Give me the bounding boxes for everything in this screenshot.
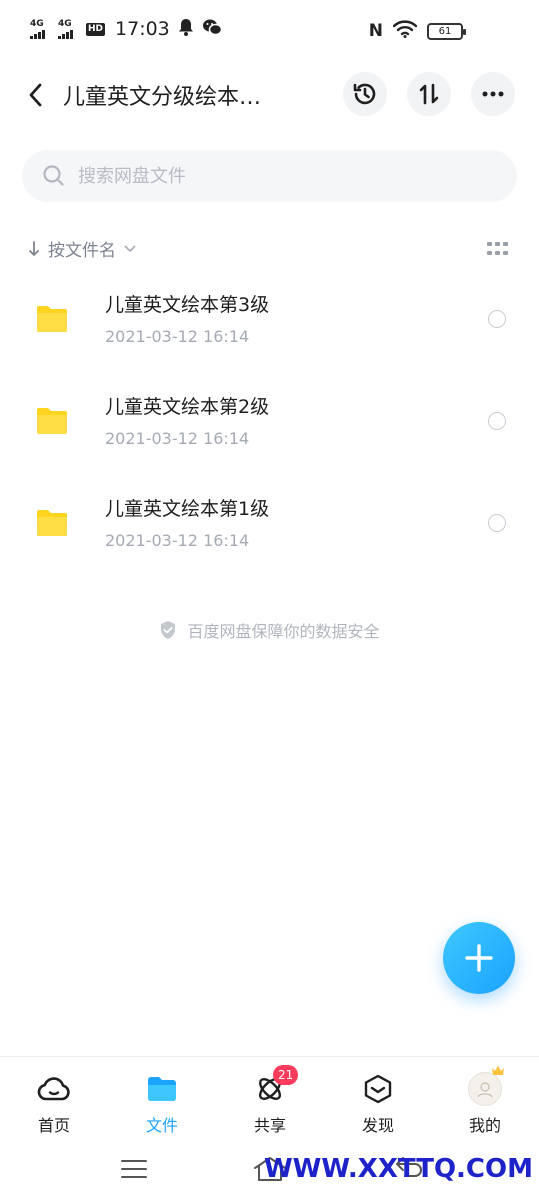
page-title: 儿童英文分级绘本… [63,85,262,110]
file-name: 儿童英文绘本第2级 [105,396,270,418]
cloud-icon [37,1077,70,1101]
tab-profile[interactable]: 我的 [431,1057,539,1143]
tab-label: 文件 [145,1116,178,1135]
tab-label: 首页 [37,1116,70,1135]
notification-badge: 21 [273,1065,299,1085]
list-item[interactable]: 儿童英文绘本第1级 2021-03-12 16:14 [0,482,539,584]
tab-label: 发现 [361,1116,394,1135]
search-input[interactable] [78,150,498,202]
select-radio[interactable] [488,310,506,328]
sort-selector[interactable]: 按文件名 [28,236,136,261]
tab-discover[interactable]: 发现 [324,1057,432,1143]
sim1-network-label: 4G [30,18,44,29]
back-button[interactable] [22,80,48,110]
folder-icon [148,1077,176,1101]
avatar [468,1066,504,1106]
sort-button[interactable] [407,72,451,116]
shield-icon [161,621,176,639]
file-name: 儿童英文绘本第1级 [105,498,270,520]
status-time: 17:03 [115,18,170,40]
system-nav-bar: WWW.XXTTQ.COM [0,1142,539,1200]
folder-icon [37,306,67,332]
nfc-icon: N [368,21,383,41]
more-icon [482,91,504,97]
battery-level: 61 [438,25,452,37]
sim2-network-label: 4G [58,18,72,29]
list-item[interactable]: 儿童英文绘本第3级 2021-03-12 16:14 [0,278,539,380]
menu-icon[interactable] [120,1158,148,1180]
select-radio[interactable] [488,514,506,532]
bottom-tab-bar: 首页 文件 21 共享 发现 我的 [0,1056,539,1142]
chevron-down-icon [124,245,136,252]
sim1-signal-icon: 4G [30,18,50,39]
folder-icon [37,510,67,536]
tab-label: 共享 [253,1116,286,1135]
tab-share[interactable]: 21 共享 [216,1057,324,1143]
list-item[interactable]: 儿童英文绘本第2级 2021-03-12 16:14 [0,380,539,482]
file-date: 2021-03-12 16:14 [105,327,250,346]
plus-icon [465,944,493,972]
security-notice: 百度网盘保障你的数据安全 [0,618,539,642]
tab-files[interactable]: 文件 [108,1057,216,1143]
grid-view-icon[interactable] [487,242,509,256]
box-icon [364,1074,392,1104]
folder-icon [37,408,67,434]
watermark: WWW.XXTTQ.COM [264,1154,533,1184]
sim2-signal-icon: 4G [58,18,78,39]
crown-icon [492,1066,504,1075]
file-date: 2021-03-12 16:14 [105,531,250,550]
notification-bell-icon [178,18,194,40]
wifi-icon [392,20,418,42]
back-icon [29,83,42,107]
sort-label: 按文件名 [48,241,116,261]
history-button[interactable] [343,72,387,116]
sort-direction-icon [29,240,39,256]
select-radio[interactable] [488,412,506,430]
file-name: 儿童英文绘本第3级 [105,294,270,316]
tab-home[interactable]: 首页 [0,1057,108,1143]
tab-label: 我的 [468,1116,501,1135]
top-app-bar: 儿童英文分级绘本… [0,62,539,128]
sort-icon [419,83,439,105]
history-icon [353,83,376,105]
battery-icon: 61 [427,22,466,40]
file-date: 2021-03-12 16:14 [105,429,250,448]
search-bar[interactable] [22,150,517,202]
add-button[interactable] [443,922,515,994]
more-button[interactable] [471,72,515,116]
search-icon [43,165,64,186]
status-bar: 4G 4G HD 17:03 N 61 [0,0,539,62]
hd-voice-badge: HD [86,22,106,36]
wechat-icon [202,18,223,40]
security-notice-text: 百度网盘保障你的数据安全 [187,622,380,641]
